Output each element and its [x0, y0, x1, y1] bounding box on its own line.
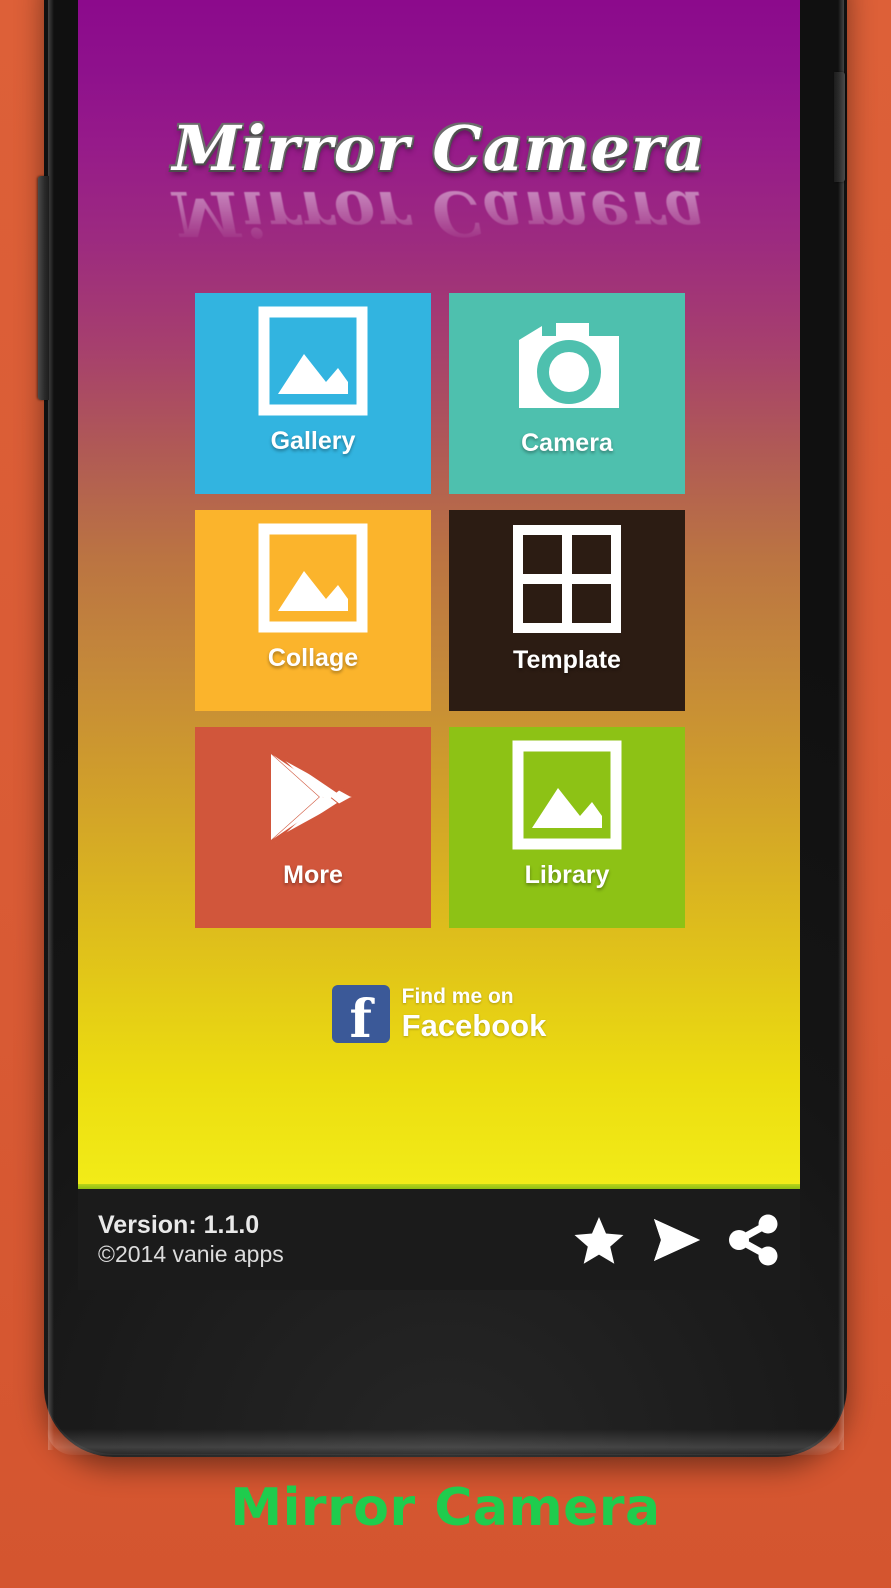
copyright-label: ©2014 vanie apps	[98, 1240, 284, 1267]
tile-label: Gallery	[270, 427, 356, 455]
volume-button[interactable]	[38, 176, 49, 400]
tile-gallery[interactable]: Gallery	[195, 293, 431, 494]
share-icon[interactable]	[728, 1214, 780, 1266]
tile-camera[interactable]: Camera	[449, 293, 685, 494]
menu-grid-row: More Library	[195, 727, 685, 928]
facebook-big-text: Facebook	[401, 1008, 547, 1044]
tile-library[interactable]: Library	[449, 727, 685, 928]
tile-label: Camera	[521, 429, 613, 457]
photo-icon	[449, 727, 685, 863]
footer-text: Version: 1.1.0 ©2014 vanie apps	[98, 1211, 284, 1269]
send-icon[interactable]	[650, 1216, 702, 1264]
tile-more[interactable]: More	[195, 727, 431, 928]
footer-bar: Version: 1.1.0 ©2014 vanie apps	[78, 1189, 800, 1290]
tile-template[interactable]: Template	[449, 510, 685, 711]
power-button[interactable]	[834, 72, 845, 182]
photo-icon	[195, 510, 431, 646]
tile-label: Collage	[267, 644, 359, 672]
menu-grid: Gallery Camera Collage Template More Lib…	[195, 293, 685, 944]
store-caption: Mirror Camera	[230, 1478, 661, 1538]
tile-label: Template	[513, 646, 621, 674]
facebook-f-icon: f	[331, 985, 390, 1051]
version-label: Version: 1.1.0	[98, 1210, 260, 1239]
app-title-block: Mirror Camera Mirror Camera	[78, 112, 800, 251]
page-title: Mirror Camera	[172, 112, 706, 185]
rate-star-icon[interactable]	[574, 1215, 624, 1265]
page-background: Mirror Camera Mirror Camera Gallery Came…	[0, 0, 891, 1588]
play-store-icon	[195, 727, 431, 863]
menu-grid-row: Collage Template	[195, 510, 685, 711]
phone-screen: Mirror Camera Mirror Camera Gallery Came…	[78, 0, 800, 1290]
tile-collage[interactable]: Collage	[195, 510, 431, 711]
app-background: Mirror Camera Mirror Camera Gallery Came…	[78, 0, 800, 1189]
tile-label: Library	[524, 861, 610, 889]
phone-right-edge-highlight	[838, 0, 844, 1450]
photo-icon	[195, 293, 431, 429]
facebook-text: Find me on Facebook	[402, 985, 547, 1043]
tile-label: More	[283, 861, 343, 889]
facebook-small-text: Find me on	[401, 985, 514, 1008]
camera-icon	[449, 293, 685, 431]
grid-2x2-icon	[449, 510, 685, 648]
footer-actions	[574, 1214, 780, 1266]
facebook-glyph: f	[349, 989, 372, 1051]
menu-grid-row: Gallery Camera	[195, 293, 685, 494]
page-title-reflection: Mirror Camera	[172, 177, 706, 250]
facebook-link[interactable]: f Find me on Facebook	[78, 985, 800, 1051]
